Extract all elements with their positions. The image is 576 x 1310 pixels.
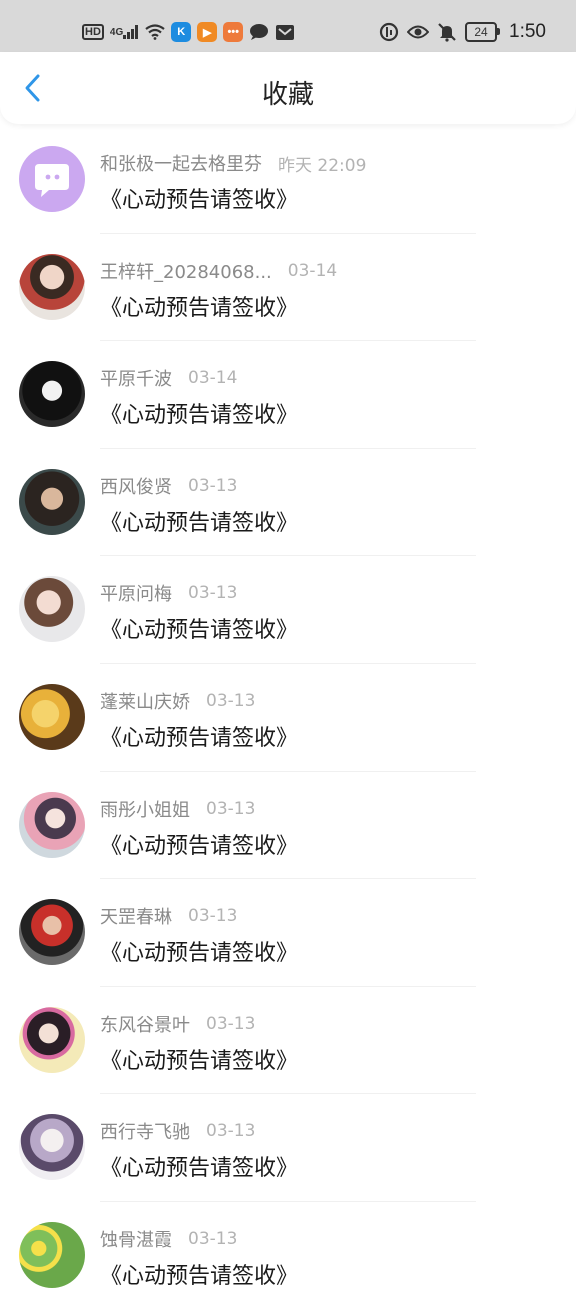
sender-name: 平原千波 (100, 369, 172, 391)
list-item[interactable]: 蚀骨湛霞 03-13 《心动预告请签收》 (0, 1202, 576, 1310)
hd-icon: HD (82, 24, 104, 40)
message-text: 《心动预告请签收》 (100, 188, 299, 213)
chat-bubble-icon (35, 164, 69, 197)
sent-time: 03-13 (206, 1013, 256, 1034)
list-item[interactable]: 蓬莱山庆娇 03-13 《心动预告请签收》 (0, 664, 576, 772)
eye-icon (407, 24, 430, 40)
message-text: 《心动预告请签收》 (100, 1263, 299, 1289)
sender-name: 和张极一起去格里芬 (100, 154, 262, 175)
sent-time: 03-13 (206, 690, 256, 711)
app-header: 收藏 (0, 52, 576, 124)
data-saver-icon (379, 22, 399, 42)
wifi-icon (145, 24, 165, 40)
sent-time: 03-14 (188, 368, 238, 389)
favorites-list: 和张极一起去格里芬 昨天 22:09 《心动预告请签收》 王梓轩_20284068… (0, 126, 576, 1310)
message-text: 《心动预告请签收》 (100, 295, 299, 321)
user-avatar (19, 1006, 85, 1073)
play-app-icon: ▶ (197, 22, 218, 42)
message-text: 《心动预告请签收》 (100, 833, 299, 859)
message-bubble-icon (249, 23, 269, 41)
battery-icon: 24 (465, 22, 501, 42)
sent-time: 03-13 (188, 906, 238, 927)
user-avatar (19, 791, 85, 858)
page-title: 收藏 (261, 80, 314, 110)
user-avatar (19, 576, 85, 643)
list-item[interactable]: 雨彤小姐姐 03-13 《心动预告请签收》 (0, 772, 576, 880)
message-text: 《心动预告请签收》 (100, 941, 299, 967)
list-item[interactable]: 平原千波 03-14 《心动预告请签收》 (0, 341, 576, 449)
chat-app-icon: ••• (223, 22, 244, 42)
list-item[interactable]: 西行寺飞驰 03-13 《心动预告请签收》 (0, 1094, 576, 1202)
message-text: 《心动预告请签收》 (100, 1048, 299, 1074)
4g-signal-icon: 4G (110, 25, 139, 39)
list-item[interactable]: 王梓轩_20284068... 03-14 《心动预告请签收》 (0, 234, 576, 342)
sender-name: 平原问梅 (100, 584, 172, 606)
sent-time: 昨天 22:09 (278, 155, 367, 176)
status-bar: HD 4G K ▶ ••• 24 1:50 (0, 0, 576, 52)
message-text: 《心动预告请签收》 (100, 725, 299, 751)
list-item[interactable]: 西风俊贤 03-13 《心动预告请签收》 (0, 449, 576, 557)
message-text: 《心动预告请签收》 (100, 1156, 299, 1182)
message-text: 《心动预告请签收》 (100, 403, 299, 429)
sent-time: 03-13 (206, 1121, 256, 1142)
list-item[interactable]: 平原问梅 03-13 《心动预告请签收》 (0, 556, 576, 664)
user-avatar (19, 1114, 85, 1181)
bell-muted-icon (437, 22, 457, 42)
sender-name: 天罡春琳 (100, 907, 172, 929)
sender-name: 西行寺飞驰 (100, 1122, 190, 1144)
status-left-icons: HD 4G K ▶ ••• (82, 18, 295, 46)
list-item[interactable]: 和张极一起去格里芬 昨天 22:09 《心动预告请签收》 (0, 126, 576, 234)
sender-name: 东风谷景叶 (100, 1014, 190, 1036)
user-avatar (19, 468, 85, 535)
status-right-icons: 24 1:50 (379, 18, 546, 46)
inbox-icon (275, 23, 295, 41)
sent-time: 03-14 (287, 260, 338, 281)
user-avatar (19, 683, 85, 750)
sent-time: 03-13 (188, 475, 238, 496)
sender-name: 王梓轩_20284068... (100, 261, 272, 283)
sender-name: 蓬莱山庆娇 (100, 691, 190, 713)
sender-name: 雨彤小姐姐 (100, 799, 190, 821)
sender-name: 西风俊贤 (100, 476, 172, 498)
sender-name: 蚀骨湛霞 (100, 1229, 172, 1251)
list-item[interactable]: 天罡春琳 03-13 《心动预告请签收》 (0, 879, 576, 987)
sent-time: 03-13 (206, 798, 256, 819)
list-item[interactable]: 东风谷景叶 03-13 《心动预告请签收》 (0, 987, 576, 1095)
user-avatar (19, 899, 85, 966)
user-avatar (19, 1221, 85, 1288)
sent-time: 03-13 (188, 583, 238, 604)
user-avatar (19, 253, 85, 320)
k-app-icon: K (171, 22, 192, 42)
message-bubble-avatar (19, 146, 85, 212)
status-time: 1:50 (509, 21, 546, 42)
message-text: 《心动预告请签收》 (100, 510, 299, 536)
user-avatar (19, 361, 85, 428)
sent-time: 03-13 (188, 1228, 238, 1249)
message-text: 《心动预告请签收》 (100, 618, 299, 644)
